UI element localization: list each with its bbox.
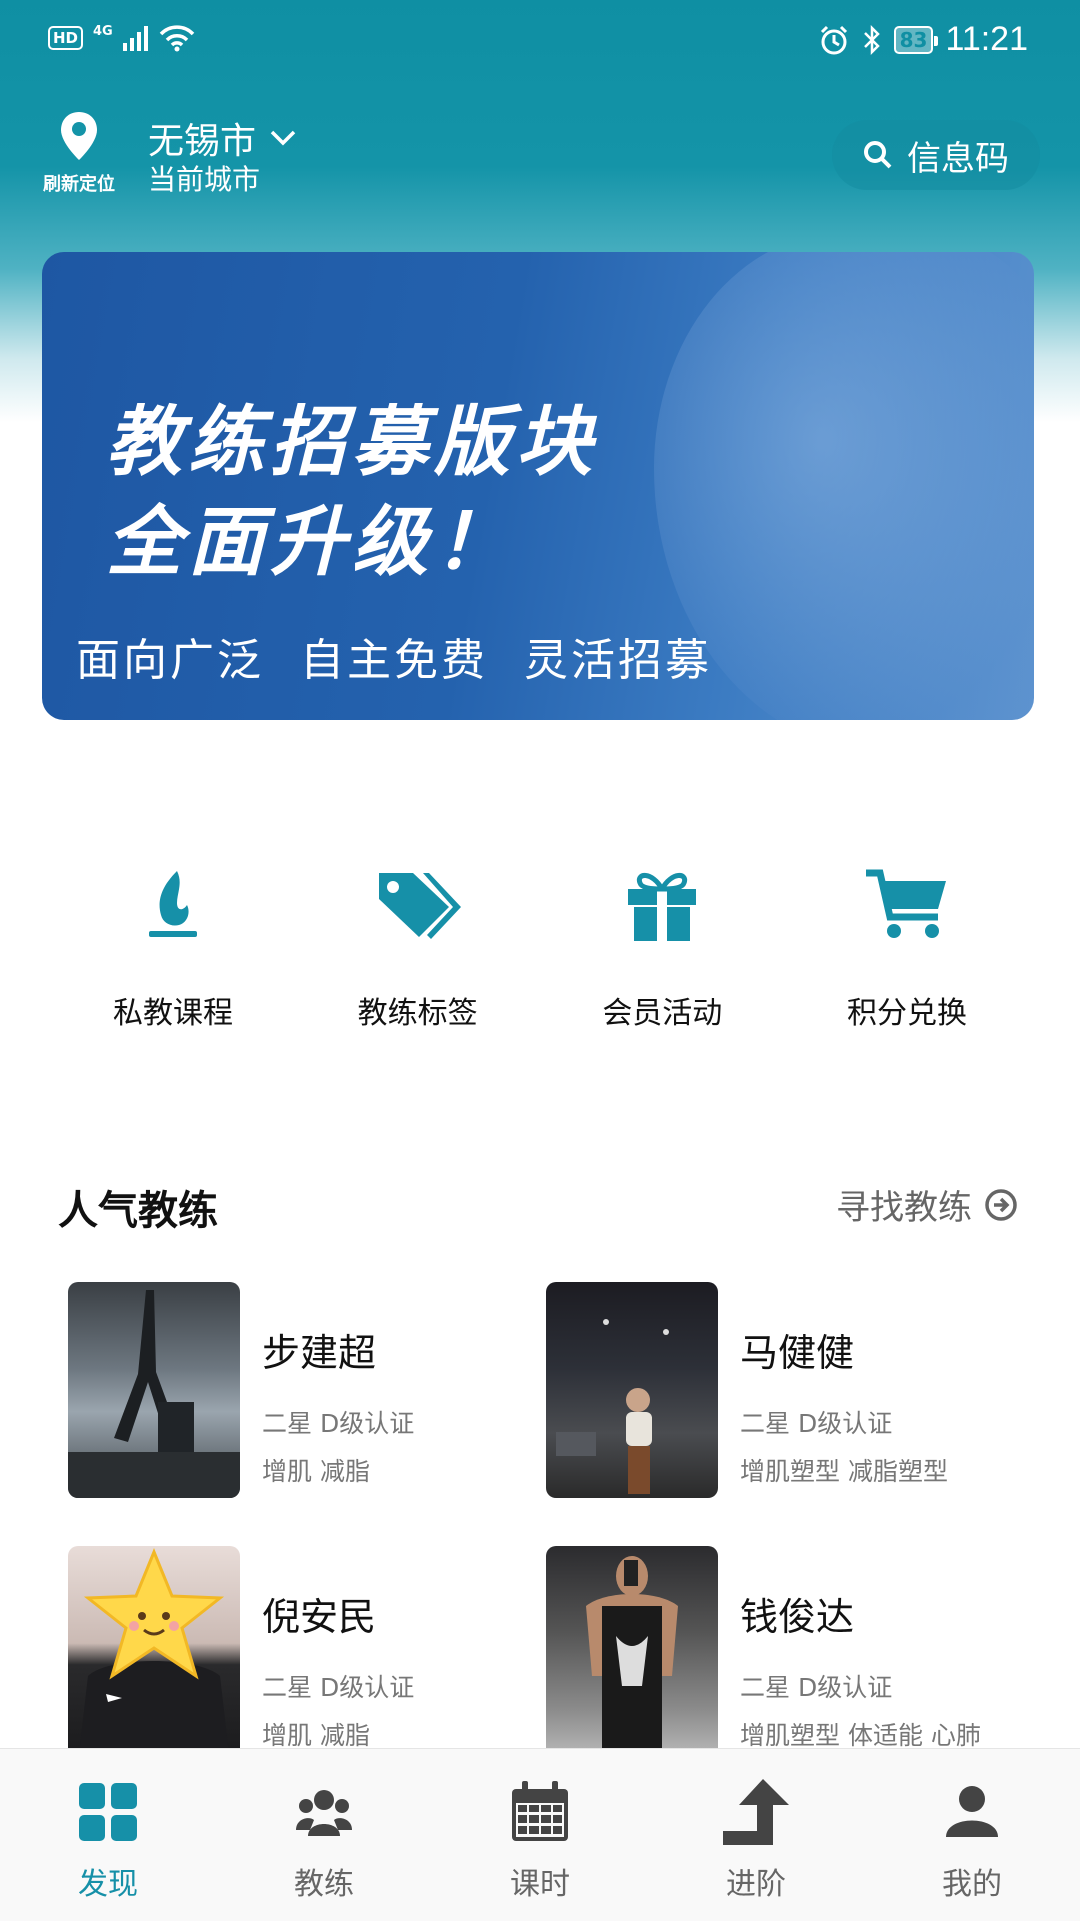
coach-tags: 增肌 减脂 xyxy=(262,1721,370,1750)
network-label: 4G xyxy=(93,23,113,39)
cart-icon xyxy=(865,869,946,938)
signal-icon xyxy=(122,26,148,51)
status-right: 83 11:21 xyxy=(818,20,1028,59)
coach-photo-figure xyxy=(586,1556,678,1756)
tab-coach[interactable]: 教练 xyxy=(216,1749,432,1921)
tab-mine[interactable]: 我的 xyxy=(864,1749,1080,1921)
city-name: 无锡市 xyxy=(148,121,257,162)
coach-tags: 增肌 减脂 xyxy=(262,1457,370,1486)
refresh-location-label: 刷新定位 xyxy=(43,174,115,195)
quick-member-events[interactable]: 会员活动 xyxy=(547,860,777,1032)
quick-points-exchange[interactable]: 积分兑换 xyxy=(792,860,1022,1032)
quick-label: 积分兑换 xyxy=(846,996,967,1031)
arrow-up-icon xyxy=(723,1779,789,1845)
coach-name: 倪安民 xyxy=(262,1595,377,1639)
search-icon xyxy=(864,141,892,169)
coach-photo xyxy=(546,1282,718,1498)
coach-level: 二星 D级认证 xyxy=(262,1409,415,1438)
banner-tag: 自主免费 xyxy=(300,635,488,686)
coach-name: 马健健 xyxy=(740,1331,855,1375)
city-caption: 当前城市 xyxy=(148,163,261,196)
coach-photo-figure xyxy=(68,1290,240,1498)
coach-level: 二星 D级认证 xyxy=(262,1673,415,1702)
find-coach-label: 寻找教练 xyxy=(836,1188,972,1228)
gift-icon xyxy=(628,873,697,941)
coach-name: 步建超 xyxy=(262,1331,377,1375)
grid-icon xyxy=(79,1783,137,1841)
coach-card[interactable]: 钱俊达 二星 D级认证 增肌塑型 体适能 心肺 xyxy=(546,1546,986,1762)
tab-label: 教练 xyxy=(294,1867,354,1902)
coach-card[interactable]: 马健健 二星 D级认证 增肌塑型 减脂塑型 xyxy=(546,1282,986,1498)
coach-photo-figure xyxy=(78,1548,230,1762)
wifi-icon xyxy=(159,25,195,52)
coach-name: 钱俊达 xyxy=(740,1595,855,1639)
banner-title-line1: 教练招募版块 xyxy=(106,397,598,486)
coach-photo xyxy=(68,1282,240,1498)
tab-label: 我的 xyxy=(942,1867,1002,1902)
quick-label: 会员活动 xyxy=(602,996,723,1031)
coach-photo xyxy=(68,1546,240,1762)
bluetooth-icon xyxy=(863,24,880,55)
find-coach-link[interactable]: 寻找教练 xyxy=(836,1180,1018,1229)
info-code-label: 信息码 xyxy=(907,138,1009,179)
hd-badge: HD xyxy=(48,26,84,50)
coach-photo xyxy=(546,1546,718,1762)
tags-icon xyxy=(378,873,461,939)
banner-title-line2: 全面升级！ xyxy=(106,497,516,586)
quick-label: 私教课程 xyxy=(113,996,233,1031)
location-pin-icon xyxy=(61,112,97,160)
section-title: 人气教练 xyxy=(58,1188,218,1234)
banner-tag: 面向广泛 xyxy=(76,635,264,686)
battery-indicator: 83 xyxy=(893,25,939,54)
clock: 11:21 xyxy=(945,20,1028,58)
arrow-circle-right-icon xyxy=(985,1188,1017,1221)
tab-advance[interactable]: 进阶 xyxy=(648,1749,864,1921)
tab-label: 课时 xyxy=(510,1867,570,1902)
user-icon xyxy=(946,1786,998,1837)
tab-label: 进阶 xyxy=(726,1867,786,1902)
banner-title: 教练招募版块 全面升级！ xyxy=(106,392,598,592)
tab-discover[interactable]: 发现 xyxy=(0,1749,216,1921)
coach-card[interactable]: 步建超 二星 D级认证 增肌 减脂 xyxy=(68,1282,508,1498)
coach-level: 二星 D级认证 xyxy=(740,1409,893,1438)
coach-level: 二星 D级认证 xyxy=(740,1673,893,1702)
status-bar: HD 4G 83 11:21 xyxy=(0,0,1080,84)
info-code-button[interactable]: 信息码 xyxy=(832,120,1040,190)
coach-tags: 增肌塑型 体适能 心肺 xyxy=(740,1721,981,1750)
alarm-icon xyxy=(820,25,847,54)
quick-private-course[interactable]: 私教课程 xyxy=(58,860,288,1032)
tab-label: 发现 xyxy=(78,1867,138,1902)
city-selector[interactable]: 无锡市 xyxy=(148,112,296,164)
coach-photo-figure xyxy=(556,1319,669,1494)
coach-card[interactable]: 倪安民 二星 D级认证 增肌 减脂 xyxy=(68,1546,508,1762)
quick-actions: 私教课程 教练标签 会员活动 积分兑换 xyxy=(58,860,1022,1032)
flame-icon xyxy=(149,871,197,937)
banner-tags: 面向广泛 自主免费 灵活招募 xyxy=(76,624,712,688)
tab-lessons[interactable]: 课时 xyxy=(432,1749,648,1921)
quick-label: 教练标签 xyxy=(357,996,478,1031)
group-icon xyxy=(296,1790,352,1836)
refresh-location-button[interactable]: 刷新定位 xyxy=(34,110,124,196)
bottom-tab-bar: 发现 教练 课时 进阶 我的 xyxy=(0,1748,1080,1921)
promo-banner[interactable]: 教练招募版块 全面升级！ 面向广泛 自主免费 灵活招募 xyxy=(42,252,1034,720)
coach-tags: 增肌塑型 减脂塑型 xyxy=(740,1457,948,1486)
quick-coach-tags[interactable]: 教练标签 xyxy=(303,860,533,1032)
calendar-icon xyxy=(512,1781,568,1841)
chevron-down-icon xyxy=(270,130,296,146)
banner-tag: 灵活招募 xyxy=(524,635,712,686)
status-left: HD 4G xyxy=(48,24,195,52)
